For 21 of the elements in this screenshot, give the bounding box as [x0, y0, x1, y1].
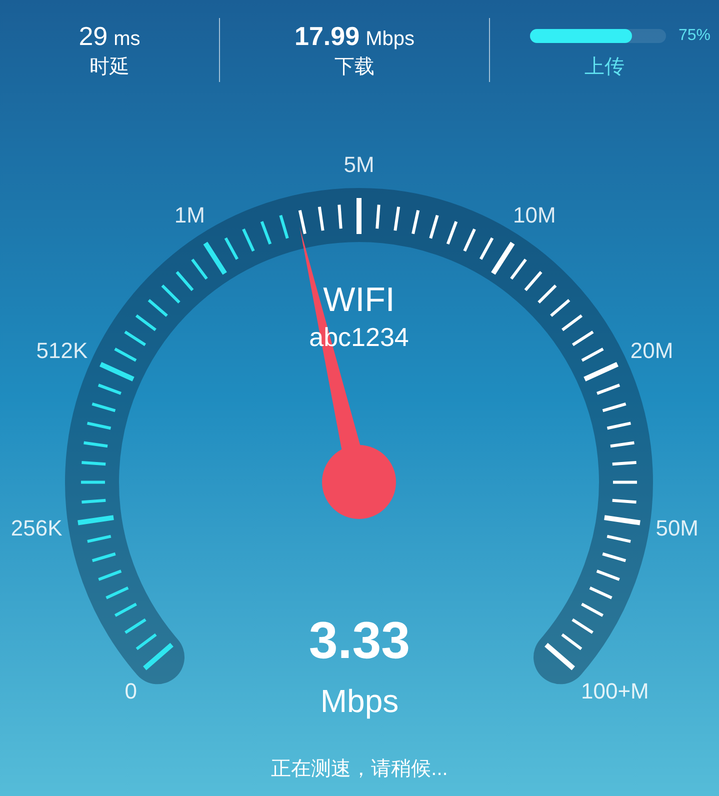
- scale-label: 50M: [656, 516, 698, 541]
- scale-label: 5M: [344, 152, 374, 177]
- status-text: 正在测速，请稍候...: [271, 759, 448, 779]
- stat-label: 下载: [334, 57, 374, 77]
- stat-unit: Mbps: [366, 29, 414, 49]
- stat-value: 17.99: [294, 23, 360, 49]
- scale-label: 0: [124, 678, 137, 704]
- network-type: WIFI: [323, 281, 395, 319]
- progress-percent: 75%: [678, 26, 711, 46]
- stat-label: 上传: [584, 57, 624, 77]
- scale-label: 1M: [174, 202, 205, 228]
- scale-label: 10M: [513, 202, 556, 228]
- scale-label: 20M: [630, 338, 674, 364]
- speed-value: 3.33: [308, 615, 410, 667]
- scale-label: 512K: [36, 338, 88, 364]
- stat-unit: ms: [114, 29, 140, 49]
- speed-unit: Mbps: [320, 685, 399, 717]
- stat-value: 29: [78, 23, 108, 49]
- scale-label: 100+M: [581, 678, 649, 704]
- scale-label: 256K: [10, 516, 62, 541]
- stat-label: 时延: [90, 57, 130, 77]
